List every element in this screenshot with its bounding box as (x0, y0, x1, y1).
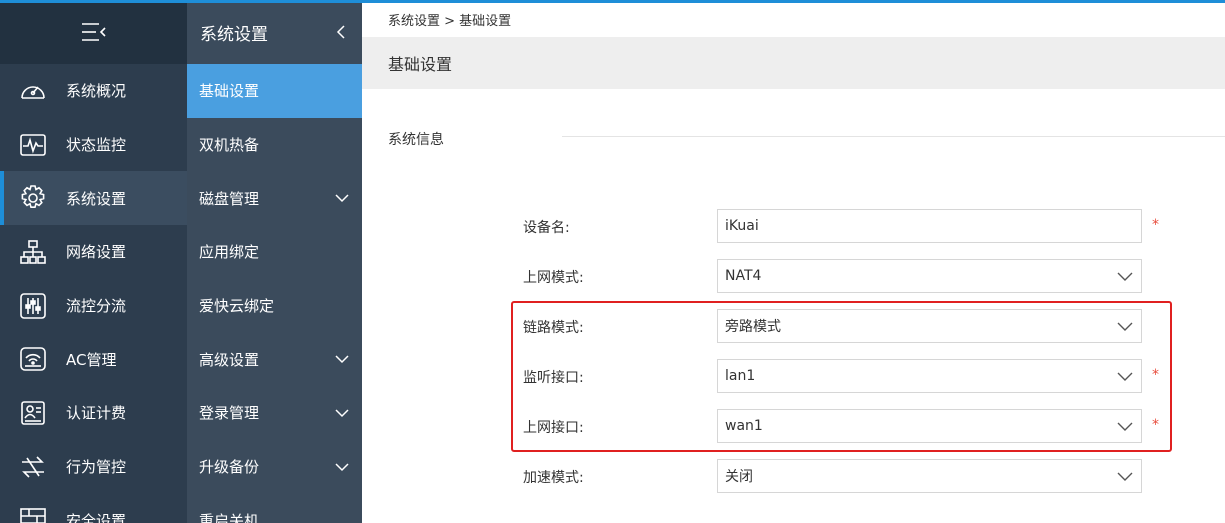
gear-icon (16, 183, 50, 213)
accel-mode-value: 关闭 (725, 469, 753, 485)
accel-mode-select[interactable]: 关闭 (717, 459, 1142, 493)
subnav-item-label: 应用绑定 (199, 243, 260, 262)
breadcrumb: 系统设置 > 基础设置 (388, 14, 512, 29)
subnav-item-label: 升级备份 (199, 458, 260, 477)
form-row-device-name: 设备名: iKuai * (362, 209, 1225, 243)
subnav-header: 系统设置 (187, 0, 362, 64)
id-card-icon (16, 398, 50, 428)
nav-item-system-settings[interactable]: 系统设置 (0, 171, 187, 226)
subnav-item-label: 高级设置 (199, 350, 260, 369)
subnav-item-app-binding[interactable]: 应用绑定 (187, 225, 362, 279)
internet-mode-select[interactable]: NAT4 (717, 259, 1142, 293)
page-title: 基础设置 (388, 55, 453, 74)
subnav-item-ikuai-cloud-binding[interactable]: 爱快云绑定 (187, 279, 362, 333)
nav-item-flow-control[interactable]: 流控分流 (0, 279, 187, 333)
subnav-item-label: 重启关机 (199, 511, 260, 523)
subnav-item-label: 磁盘管理 (199, 189, 260, 208)
device-name-label: 设备名: (523, 220, 570, 236)
subnav-item-advanced-settings[interactable]: 高级设置 (187, 332, 362, 386)
chevron-down-icon (335, 355, 349, 364)
required-marker: * (1152, 217, 1159, 233)
collapse-chevron-left-icon[interactable] (336, 24, 346, 40)
section-title-system-info: 系统信息 (388, 132, 444, 148)
accel-mode-label: 加速模式: (523, 470, 584, 486)
internet-mode-value: NAT4 (725, 268, 762, 284)
primary-sidebar: 系统概况 状态监控 系统设置 网络设置 流控分流 AC管理 认证计费 行为管控 … (0, 0, 187, 523)
page-title-bar: 基础设置 (362, 37, 1225, 89)
chevron-down-icon (1117, 272, 1133, 281)
subnav-item-hot-standby[interactable]: 双机热备 (187, 118, 362, 172)
nav-item-network[interactable]: 网络设置 (0, 225, 187, 279)
nav-item-label: 系统概况 (66, 82, 127, 101)
subnav-item-login-management[interactable]: 登录管理 (187, 386, 362, 440)
form-row-accel-mode: 加速模式: 关闭 (362, 459, 1225, 493)
nav-item-label: 流控分流 (66, 297, 127, 316)
nav-item-label: 状态监控 (66, 136, 127, 155)
device-name-input[interactable]: iKuai (717, 209, 1142, 243)
nav-item-monitor[interactable]: 状态监控 (0, 118, 187, 172)
network-icon (16, 237, 50, 267)
nav-item-auth-billing[interactable]: 认证计费 (0, 386, 187, 440)
nav-item-security[interactable]: 安全设置 (0, 494, 187, 523)
subnav-item-reboot-shutdown[interactable]: 重启关机 (187, 494, 362, 523)
form-row-internet-mode: 上网模式: NAT4 (362, 259, 1225, 293)
subnav-item-basic-settings[interactable]: 基础设置 (187, 64, 362, 118)
subnav-item-label: 双机热备 (199, 136, 260, 155)
subnav-title: 系统设置 (200, 24, 268, 45)
subnav-item-label: 爱快云绑定 (199, 297, 275, 316)
nav-item-label: 认证计费 (66, 404, 127, 423)
chevron-down-icon (335, 463, 349, 471)
nav-item-label: 系统设置 (66, 189, 127, 208)
subnav-item-upgrade-backup[interactable]: 升级备份 (187, 440, 362, 494)
subnav-item-label: 基础设置 (199, 82, 260, 101)
menu-toggle-button[interactable] (0, 0, 187, 64)
annotation-highlight-box (511, 301, 1172, 452)
wifi-router-icon (16, 344, 50, 374)
secondary-sidebar: 系统设置 基础设置 双机热备 磁盘管理 应用绑定 爱快云绑定 高级设置 登录管理… (187, 0, 362, 523)
nav-item-behavior-control[interactable]: 行为管控 (0, 440, 187, 494)
nav-item-label: 行为管控 (66, 458, 127, 477)
subnav-item-disk-management[interactable]: 磁盘管理 (187, 171, 362, 225)
main-content: 系统设置 > 基础设置 基础设置 系统信息 设备名: iKuai * 上网模式:… (362, 0, 1225, 523)
chevron-down-icon (335, 194, 349, 203)
chevron-down-icon (1117, 472, 1133, 481)
sliders-icon (16, 291, 50, 321)
transfer-icon (16, 452, 50, 482)
chevron-down-icon (335, 409, 349, 418)
menu-collapse-icon (81, 23, 106, 41)
monitor-icon (16, 130, 50, 160)
top-accent-line (0, 0, 1225, 3)
subnav-item-label: 登录管理 (199, 404, 260, 423)
dashboard-icon (16, 76, 50, 106)
internet-mode-label: 上网模式: (523, 270, 584, 286)
nav-item-label: 安全设置 (66, 511, 127, 523)
device-name-value: iKuai (725, 218, 759, 234)
nav-item-ac-management[interactable]: AC管理 (0, 332, 187, 386)
section-divider (562, 136, 1225, 137)
nav-item-label: 网络设置 (66, 243, 127, 262)
nav-item-label: AC管理 (66, 350, 117, 369)
wall-icon (16, 505, 50, 523)
nav-item-overview[interactable]: 系统概况 (0, 64, 187, 118)
